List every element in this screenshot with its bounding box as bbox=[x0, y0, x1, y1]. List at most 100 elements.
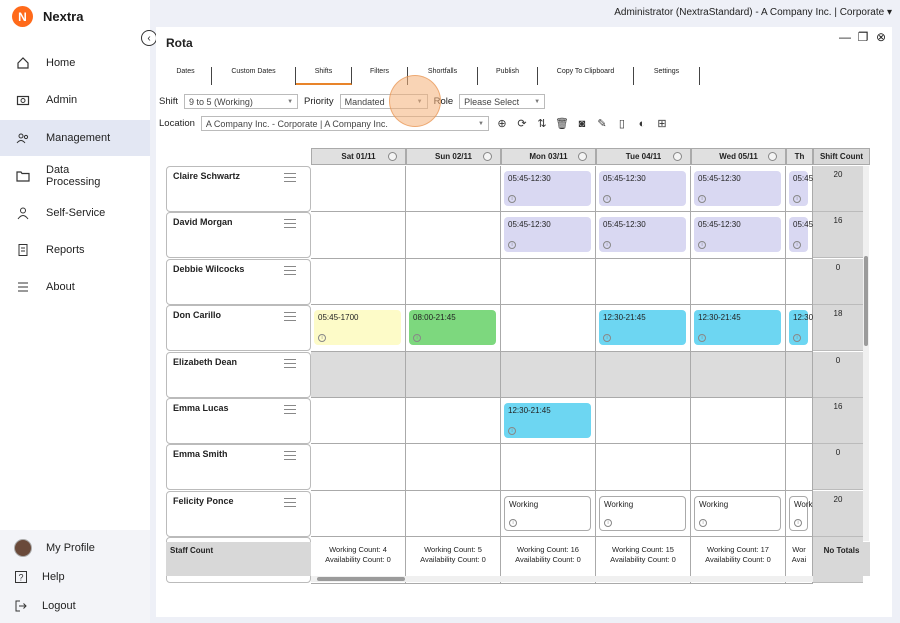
info-icon[interactable]: i bbox=[699, 518, 707, 527]
info-icon[interactable]: i bbox=[508, 241, 516, 250]
info-icon[interactable]: i bbox=[603, 241, 611, 250]
add-icon[interactable]: ⊕ bbox=[495, 117, 509, 131]
rota-cell[interactable] bbox=[406, 258, 501, 306]
day-header[interactable]: Sat 01/11 bbox=[311, 148, 406, 165]
sidebar-item-management[interactable]: Management bbox=[0, 120, 150, 156]
rota-cell[interactable] bbox=[786, 351, 813, 398]
row-menu-icon[interactable] bbox=[284, 497, 296, 507]
row-menu-icon[interactable] bbox=[284, 405, 296, 414]
collapse-sidebar-button[interactable]: ‹ bbox=[141, 30, 157, 46]
shift-block[interactable]: 05:45-12:30 i bbox=[694, 217, 781, 253]
user-context-dropdown[interactable]: Administrator (NextraStandard) - A Compa… bbox=[614, 7, 892, 18]
rota-cell[interactable]: Work i bbox=[786, 490, 813, 538]
rota-cell[interactable] bbox=[311, 166, 406, 213]
rota-cell[interactable] bbox=[311, 490, 406, 538]
refresh-icon[interactable]: ⟳ bbox=[515, 117, 529, 131]
rota-cell[interactable] bbox=[311, 351, 406, 398]
rota-cell[interactable]: 05:45-12:30 i bbox=[691, 212, 786, 259]
sidebar-item-data-processing[interactable]: Data Processing bbox=[0, 158, 150, 194]
sidebar-item-home[interactable]: Home bbox=[0, 45, 150, 81]
edit-list-icon[interactable]: ✎ bbox=[595, 117, 609, 131]
info-icon[interactable]: i bbox=[698, 334, 706, 343]
employee-name-cell[interactable]: Claire Schwartz bbox=[166, 166, 311, 212]
info-icon[interactable]: i bbox=[603, 195, 611, 203]
shift-block[interactable]: 08:00-21:45 i bbox=[409, 310, 496, 346]
delete-icon[interactable]: 🗑 bbox=[555, 117, 569, 131]
day-header[interactable]: Tue 04/11 bbox=[596, 148, 691, 165]
shift-block[interactable]: 12:30-21:45 i bbox=[599, 310, 686, 346]
rota-cell[interactable] bbox=[501, 305, 596, 352]
shift-block[interactable]: 05:45-12:30 i bbox=[504, 217, 591, 253]
row-menu-icon[interactable] bbox=[284, 265, 296, 275]
info-icon[interactable]: i bbox=[698, 195, 706, 203]
employee-name-cell[interactable]: Elizabeth Dean bbox=[166, 351, 311, 398]
horizontal-scrollbar[interactable] bbox=[311, 576, 813, 582]
rota-cell[interactable] bbox=[501, 444, 596, 491]
row-menu-icon[interactable] bbox=[284, 451, 296, 461]
rota-cell[interactable]: Working i bbox=[596, 490, 691, 538]
sidebar-item-my-profile[interactable]: My Profile bbox=[0, 535, 150, 561]
tab-shifts[interactable]: Shifts bbox=[296, 67, 352, 85]
rota-cell[interactable]: 12:30 i bbox=[786, 305, 813, 352]
restore-icon[interactable]: ❐ bbox=[856, 30, 870, 44]
rota-cell[interactable] bbox=[596, 351, 691, 398]
info-icon[interactable]: i bbox=[509, 518, 517, 527]
shift-block[interactable]: Work i bbox=[789, 495, 813, 531]
shift-select[interactable]: 9 to 5 (Working) ▼ bbox=[184, 94, 299, 109]
row-menu-icon[interactable] bbox=[284, 173, 296, 182]
shift-block[interactable]: 05:45 i bbox=[789, 171, 813, 206]
rota-cell[interactable] bbox=[596, 398, 691, 445]
employee-name-cell[interactable]: Felicity Ponce bbox=[166, 490, 311, 537]
rota-cell[interactable] bbox=[691, 398, 786, 445]
rota-cell[interactable] bbox=[691, 351, 786, 398]
rota-cell[interactable] bbox=[406, 490, 501, 538]
rota-cell[interactable] bbox=[311, 398, 406, 445]
day-toggle-icon[interactable] bbox=[388, 152, 397, 161]
shift-block[interactable]: 05:45-12:30 i bbox=[599, 217, 686, 253]
employee-name-cell[interactable]: Don Carillo bbox=[166, 305, 311, 352]
sidebar-item-help[interactable]: ? Help bbox=[0, 564, 150, 590]
info-icon[interactable]: i bbox=[794, 518, 802, 527]
camera-icon[interactable]: ◙ bbox=[575, 117, 589, 131]
sidebar-item-logout[interactable]: Logout bbox=[0, 593, 150, 619]
info-icon[interactable]: i bbox=[413, 334, 421, 343]
rota-cell[interactable] bbox=[406, 351, 501, 398]
palette-icon[interactable]: ◐ bbox=[635, 117, 649, 131]
rota-cell[interactable] bbox=[786, 444, 813, 491]
row-menu-icon[interactable] bbox=[284, 219, 296, 229]
rota-cell[interactable] bbox=[786, 258, 813, 306]
info-icon[interactable]: i bbox=[698, 241, 706, 250]
scrollbar-thumb[interactable] bbox=[864, 256, 868, 346]
shift-block[interactable]: 12:30-21:45 i bbox=[504, 403, 591, 438]
sidebar-item-about[interactable]: About bbox=[0, 269, 150, 305]
day-toggle-icon[interactable] bbox=[673, 152, 682, 161]
rota-cell[interactable] bbox=[406, 166, 501, 213]
shift-block[interactable]: Working i bbox=[599, 495, 686, 531]
employee-name-cell[interactable]: Emma Smith bbox=[166, 444, 311, 491]
shift-block[interactable]: Working i bbox=[694, 495, 781, 531]
tab-copy-to-clipboard[interactable]: Copy To Clipboard bbox=[538, 67, 634, 85]
export-icon[interactable]: ⊞ bbox=[655, 117, 669, 131]
info-icon[interactable]: i bbox=[793, 195, 801, 203]
shift-block[interactable]: 05:45-12:30 i bbox=[694, 171, 781, 206]
rota-cell[interactable] bbox=[406, 212, 501, 259]
shift-block[interactable]: 05:45-12:30 i bbox=[504, 171, 591, 206]
day-header[interactable]: Sun 02/11 bbox=[406, 148, 501, 165]
shift-block[interactable]: 05:45-12:30 i bbox=[599, 171, 686, 206]
vertical-scrollbar[interactable] bbox=[863, 166, 869, 541]
info-icon[interactable]: i bbox=[508, 427, 516, 435]
rota-cell[interactable]: Working i bbox=[501, 490, 596, 538]
employee-name-cell[interactable]: David Morgan bbox=[166, 212, 311, 259]
day-header[interactable]: Wed 05/11 bbox=[691, 148, 786, 165]
info-icon[interactable]: i bbox=[793, 334, 801, 343]
sidebar-item-reports[interactable]: Reports bbox=[0, 232, 150, 268]
shift-block[interactable]: 05:45 i bbox=[789, 217, 813, 253]
rota-cell[interactable]: 05:45-12:30 i bbox=[501, 166, 596, 213]
rota-cell[interactable]: 12:30-21:45 i bbox=[691, 305, 786, 352]
sort-icon[interactable]: ⇅ bbox=[535, 117, 549, 131]
sidebar-item-admin[interactable]: Admin bbox=[0, 82, 150, 118]
rota-cell[interactable] bbox=[786, 398, 813, 445]
shift-block[interactable]: Working i bbox=[504, 495, 591, 531]
location-select[interactable]: A Company Inc. - Corporate | A Company I… bbox=[200, 116, 489, 131]
rota-cell[interactable] bbox=[406, 444, 501, 491]
